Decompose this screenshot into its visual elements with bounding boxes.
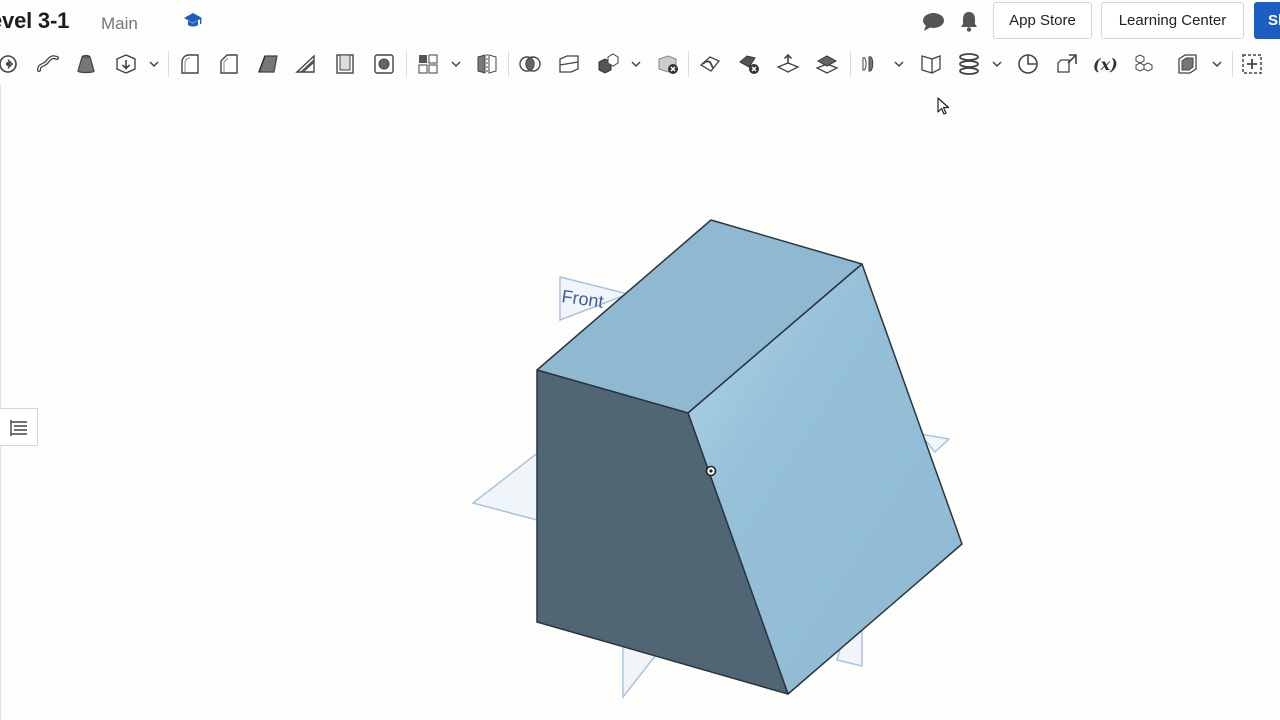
3d-scene: Front	[471, 219, 963, 700]
top-plane[interactable]	[471, 449, 541, 521]
feature-list-icon	[10, 420, 27, 436]
feature-list-toggle[interactable]	[0, 408, 38, 446]
panel-edge	[0, 85, 1, 720]
onshape-part-studio: evel 3-1 Main App Store Learning Center …	[0, 0, 1280, 720]
mouse-pointer-icon	[937, 97, 950, 115]
graphics-viewport[interactable]: Front	[0, 85, 1280, 720]
origin-point-center	[709, 469, 713, 473]
